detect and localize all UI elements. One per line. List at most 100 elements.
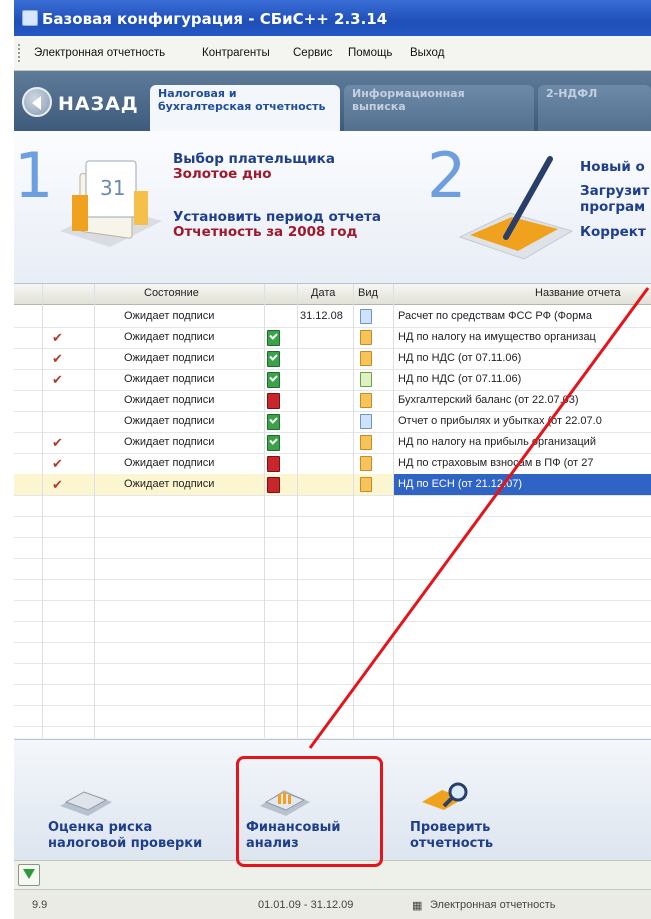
back-button-label: НАЗАД [58, 93, 139, 115]
header-date[interactable]: Дата [311, 287, 335, 299]
table-row[interactable]: Ожидает подписи Отчет о прибылях и убытка… [14, 411, 651, 433]
back-arrow-icon [22, 87, 52, 117]
signed-check-icon[interactable]: ✔ [52, 477, 63, 493]
status-error-icon [267, 477, 280, 493]
status-period: 01.01.09 - 31.12.09 [258, 899, 354, 911]
empty-row [14, 621, 651, 643]
status-error-icon [267, 393, 280, 409]
menu-help[interactable]: Помощь [348, 47, 392, 59]
menu-service[interactable]: Сервис [293, 47, 332, 59]
table-row[interactable]: ✔ Ожидает подписи НД по страховым взносам … [14, 453, 651, 475]
load-program-link-cont[interactable]: програм [580, 199, 645, 215]
document-icon [360, 309, 372, 324]
document-icon [360, 330, 372, 345]
empty-row [14, 537, 651, 559]
menu-electronic-reporting[interactable]: Электронная отчетность [34, 47, 165, 59]
tab-label: Налоговая и бухгалтерская отчетность [158, 87, 326, 113]
status-ok-icon [267, 435, 280, 451]
table-row[interactable]: ✔ Ожидает подписи НД по НДС (от 07.11.06) [14, 369, 651, 391]
menu-exit[interactable]: Выход [410, 47, 444, 59]
tab-2-ndfl[interactable]: 2-НДФЛ [538, 85, 651, 131]
row-state: Ожидает подписи [124, 310, 215, 322]
title-bar: Базовая конфигурация - СБиС++ 2.3.14 [14, 0, 651, 36]
status-ok-icon [267, 330, 280, 346]
back-button[interactable]: НАЗАД [22, 87, 144, 121]
row-state: Ожидает подписи [124, 436, 215, 448]
signed-check-icon[interactable]: ✔ [52, 435, 63, 451]
header-kind[interactable]: Вид [358, 287, 378, 299]
document-icon [360, 477, 372, 492]
reports-table: Состояние Дата Вид Название отчета Ожида… [14, 284, 651, 738]
risk-assessment-label: Оценка риска налоговой проверки [48, 820, 203, 851]
document-icon [360, 456, 372, 471]
new-report-link[interactable]: Новый о [580, 159, 645, 175]
empty-row [14, 684, 651, 706]
highlight-frame [236, 756, 383, 867]
row-state: Ожидает подписи [124, 478, 215, 490]
check-reporting-button[interactable]: Проверить отчетность [410, 780, 530, 856]
header-name[interactable]: Название отчета [535, 287, 621, 299]
status-bar: 9.9 01.01.09 - 31.12.09 ▦ Электронная от… [14, 889, 651, 919]
signed-check-icon[interactable]: ✔ [52, 456, 63, 472]
menu-bar: Электронная отчетность Контрагенты Серви… [14, 36, 651, 71]
signed-check-icon[interactable]: ✔ [52, 351, 63, 367]
correct-link[interactable]: Коррект [580, 224, 646, 240]
tab-tax-accounting-reporting[interactable]: Налоговая и бухгалтерская отчетность [150, 85, 340, 131]
column-divider [353, 284, 354, 738]
row-state: Ожидает подписи [124, 352, 215, 364]
tax-calculator-icon [60, 791, 112, 816]
set-period-link[interactable]: Установить период отчета [173, 209, 381, 225]
status-mode: Электронная отчетность [430, 899, 556, 911]
empty-row [14, 516, 651, 538]
tab-label: 2-НДФЛ [546, 87, 598, 100]
empty-row [14, 726, 651, 738]
row-report-name: НД по НДС (от 07.11.06) [398, 352, 522, 364]
status-version: 9.9 [32, 899, 48, 911]
column-divider [297, 284, 298, 738]
table-row[interactable]: ✔ Ожидает подписи НД по налогу на имуществ… [14, 327, 651, 349]
signed-check-icon[interactable]: ✔ [52, 330, 63, 346]
calendar-icon: 31 [60, 160, 162, 247]
row-report-name: Бухгалтерский баланс (от 22.07.03) [398, 394, 579, 406]
edit-document-icon [360, 372, 372, 387]
row-state: Ожидает подписи [124, 331, 215, 343]
table-row[interactable]: ✔ Ожидает подписи НД по НДС (от 07.11.06) [14, 348, 651, 370]
document-icon [360, 351, 372, 366]
load-program-link[interactable]: Загрузит [580, 183, 649, 199]
row-report-name: НД по НДС (от 07.11.06) [398, 373, 522, 385]
row-state: Ожидает подписи [124, 457, 215, 469]
signed-check-icon[interactable]: ✔ [52, 372, 63, 388]
empty-row [14, 495, 651, 517]
menu-contractors[interactable]: Контрагенты [202, 47, 270, 59]
empty-row [14, 663, 651, 685]
download-arrow-icon[interactable] [18, 864, 40, 886]
document-icon [360, 414, 372, 429]
table-row[interactable]: ✔ Ожидает подписи НД по ЕСН (от 21.12.07) [14, 474, 651, 496]
status-mode-icon: ▦ [412, 900, 423, 912]
row-state: Ожидает подписи [124, 415, 215, 427]
navigation-band: НАЗАД Налоговая и бухгалтерская отчетнос… [14, 71, 651, 131]
table-row[interactable]: Ожидает подписи 31.12.08 Расчет по средств… [14, 306, 651, 328]
row-state: Ожидает подписи [124, 394, 215, 406]
payer-name: Золотое дно [173, 166, 272, 182]
tab-label: Информационная выписка [352, 87, 465, 113]
period-value: Отчетность за 2008 год [173, 224, 358, 240]
row-report-name: НД по налогу на прибыль организаций [398, 436, 596, 448]
table-row[interactable]: ✔ Ожидает подписи НД по налогу на прибыль … [14, 432, 651, 454]
toolbar-grip-icon [18, 44, 23, 62]
status-ok-icon [267, 372, 280, 388]
empty-row [14, 558, 651, 580]
wizard-panel: 1 31 Выбор плательщика Золотое дно Устан… [14, 131, 651, 284]
risk-assessment-button[interactable]: Оценка риска налоговой проверки [48, 780, 228, 856]
row-state: Ожидает подписи [124, 373, 215, 385]
column-divider [94, 284, 95, 738]
header-state[interactable]: Состояние [144, 287, 199, 299]
tab-info-statement[interactable]: Информационная выписка [344, 85, 534, 131]
row-report-name: Расчет по средствам ФСС РФ (Форма [398, 310, 592, 322]
magnifier-document-icon [422, 782, 468, 810]
column-divider [42, 284, 43, 738]
status-ok-icon [267, 351, 280, 367]
choose-payer-link[interactable]: Выбор плательщика [173, 151, 335, 167]
row-date: 31.12.08 [300, 310, 343, 322]
table-row[interactable]: Ожидает подписи Бухгалтерский баланс (от … [14, 390, 651, 412]
